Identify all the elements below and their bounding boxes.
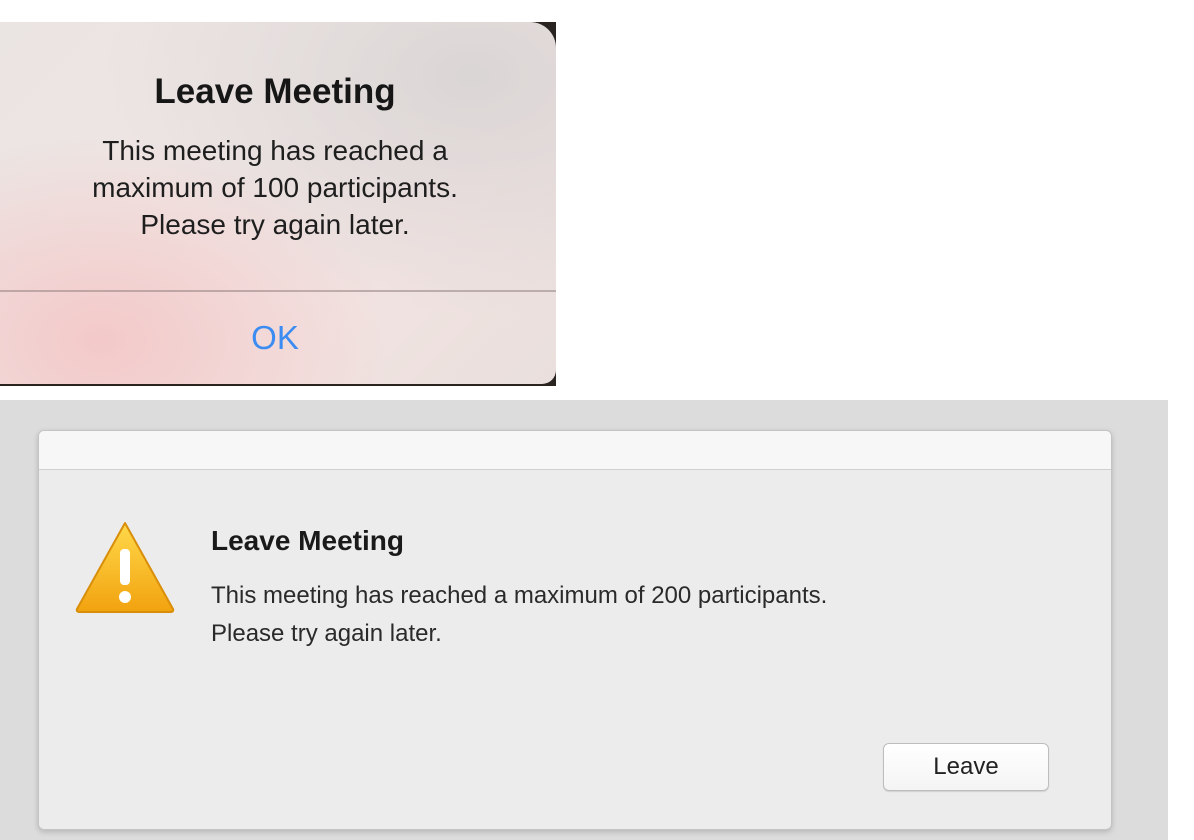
mac-alert-dialog: Leave Meeting This meeting has reached a… xyxy=(38,430,1112,830)
leave-button[interactable]: Leave xyxy=(883,743,1049,791)
mac-alert-message: This meeting has reached a maximum of 20… xyxy=(211,577,827,653)
ok-button[interactable]: OK xyxy=(0,292,550,384)
ios-alert-frame: Leave Meeting This meeting has reached a… xyxy=(0,22,556,386)
warning-icon xyxy=(75,522,175,613)
mac-alert-titlebar xyxy=(39,431,1111,470)
mac-alert-message-line: Please try again later. xyxy=(211,620,442,647)
ios-alert-dialog: Leave Meeting This meeting has reached a… xyxy=(0,22,556,384)
screenshot-page: Leave Meeting This meeting has reached a… xyxy=(0,0,1194,840)
ios-alert-message-line: maximum of 100 participants. xyxy=(92,172,458,203)
ios-alert-message-line: Please try again later. xyxy=(140,209,410,240)
mac-alert-message-line: This meeting has reached a maximum of 20… xyxy=(211,582,828,609)
ios-alert-message: This meeting has reached a maximum of 10… xyxy=(0,132,550,243)
mac-alert-backdrop: Leave Meeting This meeting has reached a… xyxy=(0,400,1168,840)
ios-alert-message-line: This meeting has reached a xyxy=(102,135,448,166)
ios-alert-title: Leave Meeting xyxy=(154,72,396,111)
mac-alert-title: Leave Meeting xyxy=(211,525,404,556)
